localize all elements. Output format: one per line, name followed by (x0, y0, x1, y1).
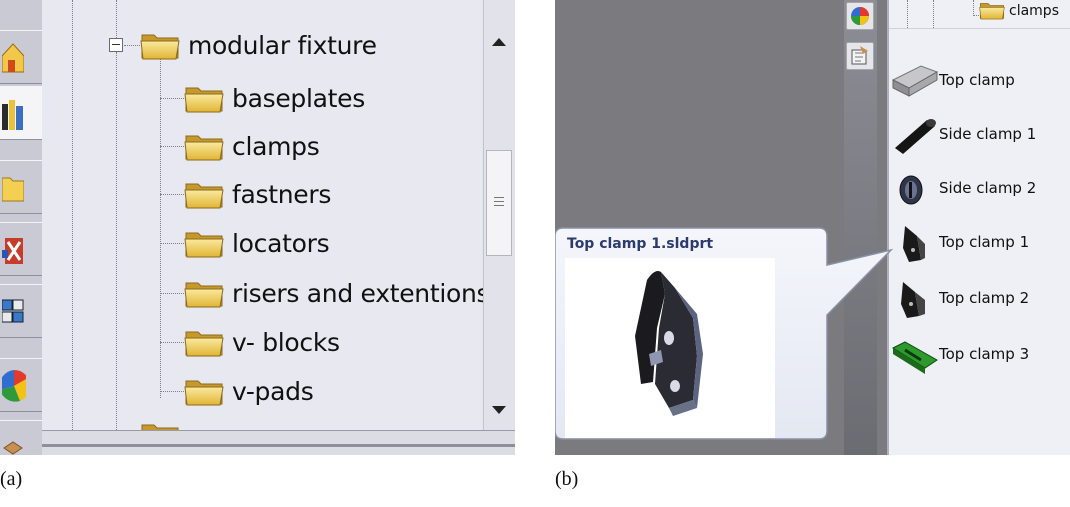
custom-properties-tab[interactable] (846, 42, 874, 70)
file-explorer-tab[interactable] (0, 160, 42, 214)
tree-node-modular-fixture[interactable]: modular fixture (140, 25, 377, 65)
library-item-label: Side clamp 1 (939, 125, 1037, 143)
design-library-tab[interactable] (0, 86, 42, 140)
caption-a: (a) (0, 468, 23, 490)
appearances-tab[interactable] (846, 2, 874, 30)
tree-node-clamps[interactable]: clamps (184, 126, 320, 166)
library-item-label: Top clamp (939, 71, 1015, 89)
appearance-icon (2, 369, 26, 402)
tree-node-label: clamps (232, 131, 320, 161)
clamp-part-preview-icon (635, 271, 703, 416)
design-library-icon (2, 100, 23, 130)
tree-node-label: fastners (232, 179, 332, 209)
tree-node-label: baseplates (232, 83, 365, 113)
library-path-row: clamps (889, 0, 1070, 29)
view-palette-tab[interactable] (0, 284, 42, 338)
appearance-icon (851, 7, 869, 25)
library-item[interactable]: Top clamp 2 (889, 278, 1070, 322)
task-pane-tabs (0, 0, 42, 455)
custom-properties-icon (3, 441, 23, 455)
top-clamp-2-icon (901, 282, 925, 318)
tree-node-baseplates[interactable]: baseplates (184, 78, 365, 118)
vertical-scrollbar[interactable] (483, 0, 515, 430)
tree-node-locators[interactable]: locators (184, 223, 330, 263)
side-clamp-1-icon (895, 119, 936, 154)
folder-open-icon (140, 30, 180, 60)
caption-b: (b) (555, 468, 579, 490)
folder-icon (184, 131, 224, 161)
library-item-label: Top clamp 3 (939, 345, 1030, 363)
library-item-label: Top clamp 1 (939, 233, 1030, 251)
collapse-toggle[interactable] (109, 38, 123, 52)
tree-node-label: modular fixture (188, 30, 377, 60)
folder-icon (184, 228, 224, 258)
folder-icon (184, 376, 224, 406)
tree-node-label: risers and extentions (232, 278, 490, 308)
custom-properties-icon (851, 46, 868, 65)
view-palette-icon (2, 299, 24, 323)
home-icon (2, 43, 24, 73)
scroll-up-arrow-icon[interactable] (492, 38, 506, 46)
current-folder-label: clamps (1009, 3, 1059, 19)
folder-icon (979, 0, 1005, 20)
tree-node-label: v-pads (232, 376, 314, 406)
folder-tree: modular fixture baseplates clamps fastne… (42, 0, 490, 430)
tree-node-fastners[interactable]: fastners (184, 174, 331, 214)
horizontal-splitter[interactable] (42, 430, 515, 455)
tool-icon (2, 238, 23, 264)
custom-properties-tab[interactable] (0, 420, 42, 455)
tool-tab[interactable] (0, 222, 42, 276)
folder-icon (184, 83, 224, 113)
library-item[interactable]: Side clamp 1 (889, 114, 1070, 158)
tree-node-risers-and-extentions[interactable]: risers and extentions (184, 273, 490, 313)
tree-node-label: v- blocks (232, 327, 340, 357)
library-item[interactable]: Top clamp 1 (889, 222, 1070, 266)
tree-node-v-pads[interactable]: v-pads (184, 371, 314, 411)
scrollbar-thumb[interactable] (486, 150, 512, 256)
tree-node-label: locators (232, 228, 330, 258)
home-tab[interactable] (0, 30, 42, 84)
library-item[interactable]: Top clamp 3 (889, 334, 1070, 378)
scroll-down-arrow-icon[interactable] (492, 406, 506, 414)
folder-icon (184, 278, 224, 308)
top-clamp-1-icon (903, 226, 925, 262)
appearances-tab[interactable] (0, 358, 42, 412)
part-preview (565, 258, 775, 438)
library-item-label: Top clamp 2 (939, 289, 1030, 307)
library-item-label: Side clamp 2 (939, 179, 1037, 197)
folder-icon (184, 179, 224, 209)
clamps-library-panel: clamps Top clamp Side clamp 1 Side clamp… (555, 0, 1070, 455)
tree-node-v-blocks[interactable]: v- blocks (184, 322, 340, 362)
library-item[interactable]: Top clamp (889, 60, 1070, 104)
top-clamp-3-icon (891, 341, 938, 374)
side-clamp-2-icon (899, 175, 923, 205)
folder-icon (2, 177, 24, 202)
library-item[interactable]: Side clamp 2 (889, 168, 1070, 212)
top-clamp-icon (891, 65, 939, 97)
tooltip-title: Top clamp 1.sldprt (567, 236, 714, 252)
library-contents: clamps Top clamp Side clamp 1 Side clamp… (887, 0, 1070, 455)
design-library-tree-panel: modular fixture baseplates clamps fastne… (0, 0, 515, 455)
folder-icon (184, 327, 224, 357)
